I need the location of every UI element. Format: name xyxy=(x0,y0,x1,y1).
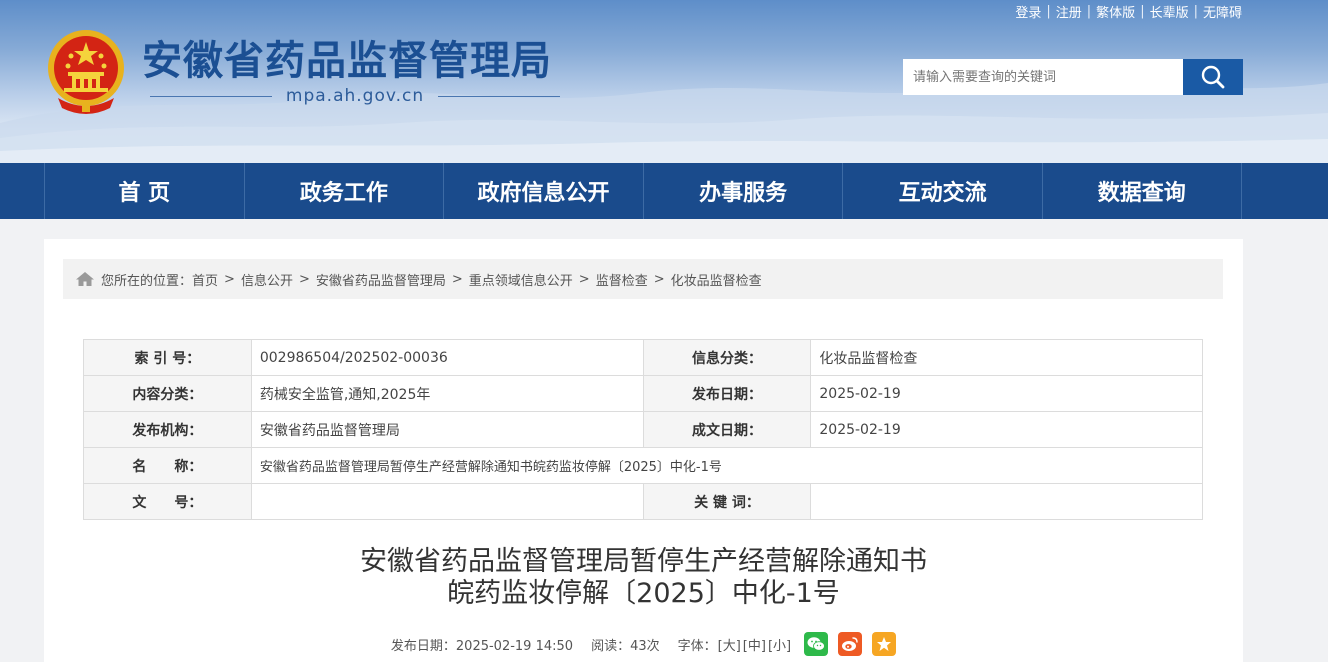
keywords-value xyxy=(810,483,1203,520)
keywords-label: 关 键 词： xyxy=(642,483,812,520)
national-emblem-icon xyxy=(48,30,124,114)
site-domain-text: mpa.ah.gov.cn xyxy=(285,86,425,106)
index-label: 索 引 号： xyxy=(83,339,252,376)
weibo-icon xyxy=(842,637,858,651)
article-title: 安徽省药品监督管理局暂停生产经营解除通知书 皖药监妆停解〔2025〕中化-1号 xyxy=(44,546,1243,610)
site-header: 登录 | 注册 | 繁体版 | 长辈版 | 无障碍 安徽省药品监督管理局 mpa… xyxy=(0,0,1328,163)
nav-item-information-disclosure[interactable]: 政府信息公开 xyxy=(443,163,643,219)
nav-item-data-query[interactable]: 数据查询 xyxy=(1041,163,1242,219)
breadcrumb-bureau[interactable]: 安徽省药品监督管理局 xyxy=(316,270,446,289)
table-row: 文 号： 关 键 词： xyxy=(83,483,1203,520)
article-info-bar: 发布日期：2025-02-19 14:50 阅读：43次 字体： [大] [中]… xyxy=(44,629,1243,659)
separator: | xyxy=(1193,4,1198,19)
document-number-value xyxy=(250,483,644,520)
separator: | xyxy=(1086,4,1092,19)
written-date-value: 2025-02-19 xyxy=(810,411,1203,448)
separator: | xyxy=(1140,4,1145,19)
nav-item-home[interactable]: 首 页 xyxy=(44,163,244,219)
document-metadata-table: 索 引 号： 002986504/202502-00036 信息分类： 化妆品监… xyxy=(83,339,1204,520)
name-value: 安徽省药品监督管理局暂停生产经营解除通知书皖药监妆停解〔2025〕中化-1号 xyxy=(250,447,1204,484)
written-date-label: 成文日期： xyxy=(642,411,812,448)
breadcrumb-inspection[interactable]: 监督检查 xyxy=(596,270,648,289)
table-row: 内容分类： 药械安全监管,通知,2025年 发布日期： 2025-02-19 xyxy=(83,375,1203,412)
nav-item-services[interactable]: 办事服务 xyxy=(642,163,843,219)
publish-info: 发布日期：2025-02-19 14:50 xyxy=(390,638,574,654)
breadcrumb-separator: > xyxy=(451,271,463,287)
top-links: 登录 | 注册 | 繁体版 | 长辈版 | 无障碍 xyxy=(1015,2,1242,21)
content-panel: 您所在的位置： 首页 > 信息公开 > 安徽省药品监督管理局 > 重点领域信息公… xyxy=(44,239,1243,662)
main-nav: 首 页 政务工作 政府信息公开 办事服务 互动交流 数据查询 xyxy=(0,163,1328,219)
login-link[interactable]: 登录 xyxy=(1015,2,1041,21)
accessibility-link[interactable]: 无障碍 xyxy=(1203,2,1242,21)
font-size-medium-button[interactable]: [中] xyxy=(743,635,766,654)
font-size-label: 字体： xyxy=(677,638,717,654)
table-row: 名 称： 安徽省药品监督管理局暂停生产经营解除通知书皖药监妆停解〔2025〕中化… xyxy=(83,447,1204,484)
table-row: 发布机构： 安徽省药品监督管理局 成文日期： 2025-02-19 xyxy=(83,411,1203,448)
breadcrumb-separator: > xyxy=(578,271,590,287)
separator: | xyxy=(1046,4,1051,19)
breadcrumb-separator: > xyxy=(224,271,235,287)
traditional-chinese-link[interactable]: 繁体版 xyxy=(1096,2,1135,21)
search-icon xyxy=(1201,65,1225,89)
article-title-line1: 安徽省药品监督管理局暂停生产经营解除通知书 xyxy=(360,546,927,577)
document-number-label: 文 号： xyxy=(83,483,252,520)
nav-item-interaction[interactable]: 互动交流 xyxy=(842,163,1042,219)
site-title: 安徽省药品监督管理局 xyxy=(142,38,552,84)
breadcrumb-separator: > xyxy=(653,271,665,287)
name-label: 名 称： xyxy=(83,447,252,484)
issuing-org-value: 安徽省药品监督管理局 xyxy=(250,411,644,448)
category-value: 化妆品监督检查 xyxy=(810,339,1203,376)
publish-date-label: 发布日期： xyxy=(642,375,812,412)
issuing-org-label: 发布机构： xyxy=(83,411,252,448)
breadcrumb-separator: > xyxy=(298,271,310,287)
publish-date-value: 2025-02-19 xyxy=(810,375,1203,412)
divider xyxy=(150,95,272,97)
breadcrumb: 您所在的位置： 首页 > 信息公开 > 安徽省药品监督管理局 > 重点领域信息公… xyxy=(63,259,1223,299)
register-link[interactable]: 注册 xyxy=(1056,2,1082,21)
elderly-mode-link[interactable]: 长辈版 xyxy=(1150,2,1189,21)
view-count: 阅读：43次 xyxy=(591,638,660,654)
content-category-value: 药械安全监管,通知,2025年 xyxy=(250,375,644,412)
breadcrumb-key-areas[interactable]: 重点领域信息公开 xyxy=(469,270,573,289)
search-button[interactable] xyxy=(1183,59,1243,95)
category-label: 信息分类： xyxy=(642,339,812,376)
breadcrumb-prefix: 您所在的位置： xyxy=(101,273,193,289)
content-category-label: 内容分类： xyxy=(83,375,252,412)
nav-item-government-work[interactable]: 政务工作 xyxy=(243,163,444,219)
favorite-star-icon xyxy=(877,637,892,651)
divider xyxy=(438,95,561,97)
breadcrumb-cosmetics-inspection[interactable]: 化妆品监督检查 xyxy=(671,270,762,289)
breadcrumb-info-disclosure[interactable]: 信息公开 xyxy=(241,270,293,289)
font-size-small-button[interactable]: [小] xyxy=(768,635,791,654)
font-size-large-button[interactable]: [大] xyxy=(718,635,741,654)
wechat-icon xyxy=(807,637,825,651)
home-icon xyxy=(76,272,94,286)
table-row: 索 引 号： 002986504/202502-00036 信息分类： 化妆品监… xyxy=(83,339,1203,376)
site-domain: mpa.ah.gov.cn xyxy=(150,84,561,108)
index-value: 002986504/202502-00036 xyxy=(250,339,644,376)
share-weibo-button[interactable] xyxy=(838,632,863,656)
favorite-button[interactable] xyxy=(872,632,897,656)
share-wechat-button[interactable] xyxy=(804,632,829,656)
search-input[interactable] xyxy=(903,59,1183,95)
article-title-line2: 皖药监妆停解〔2025〕中化-1号 xyxy=(447,578,840,609)
breadcrumb-home[interactable]: 首页 xyxy=(192,270,218,289)
